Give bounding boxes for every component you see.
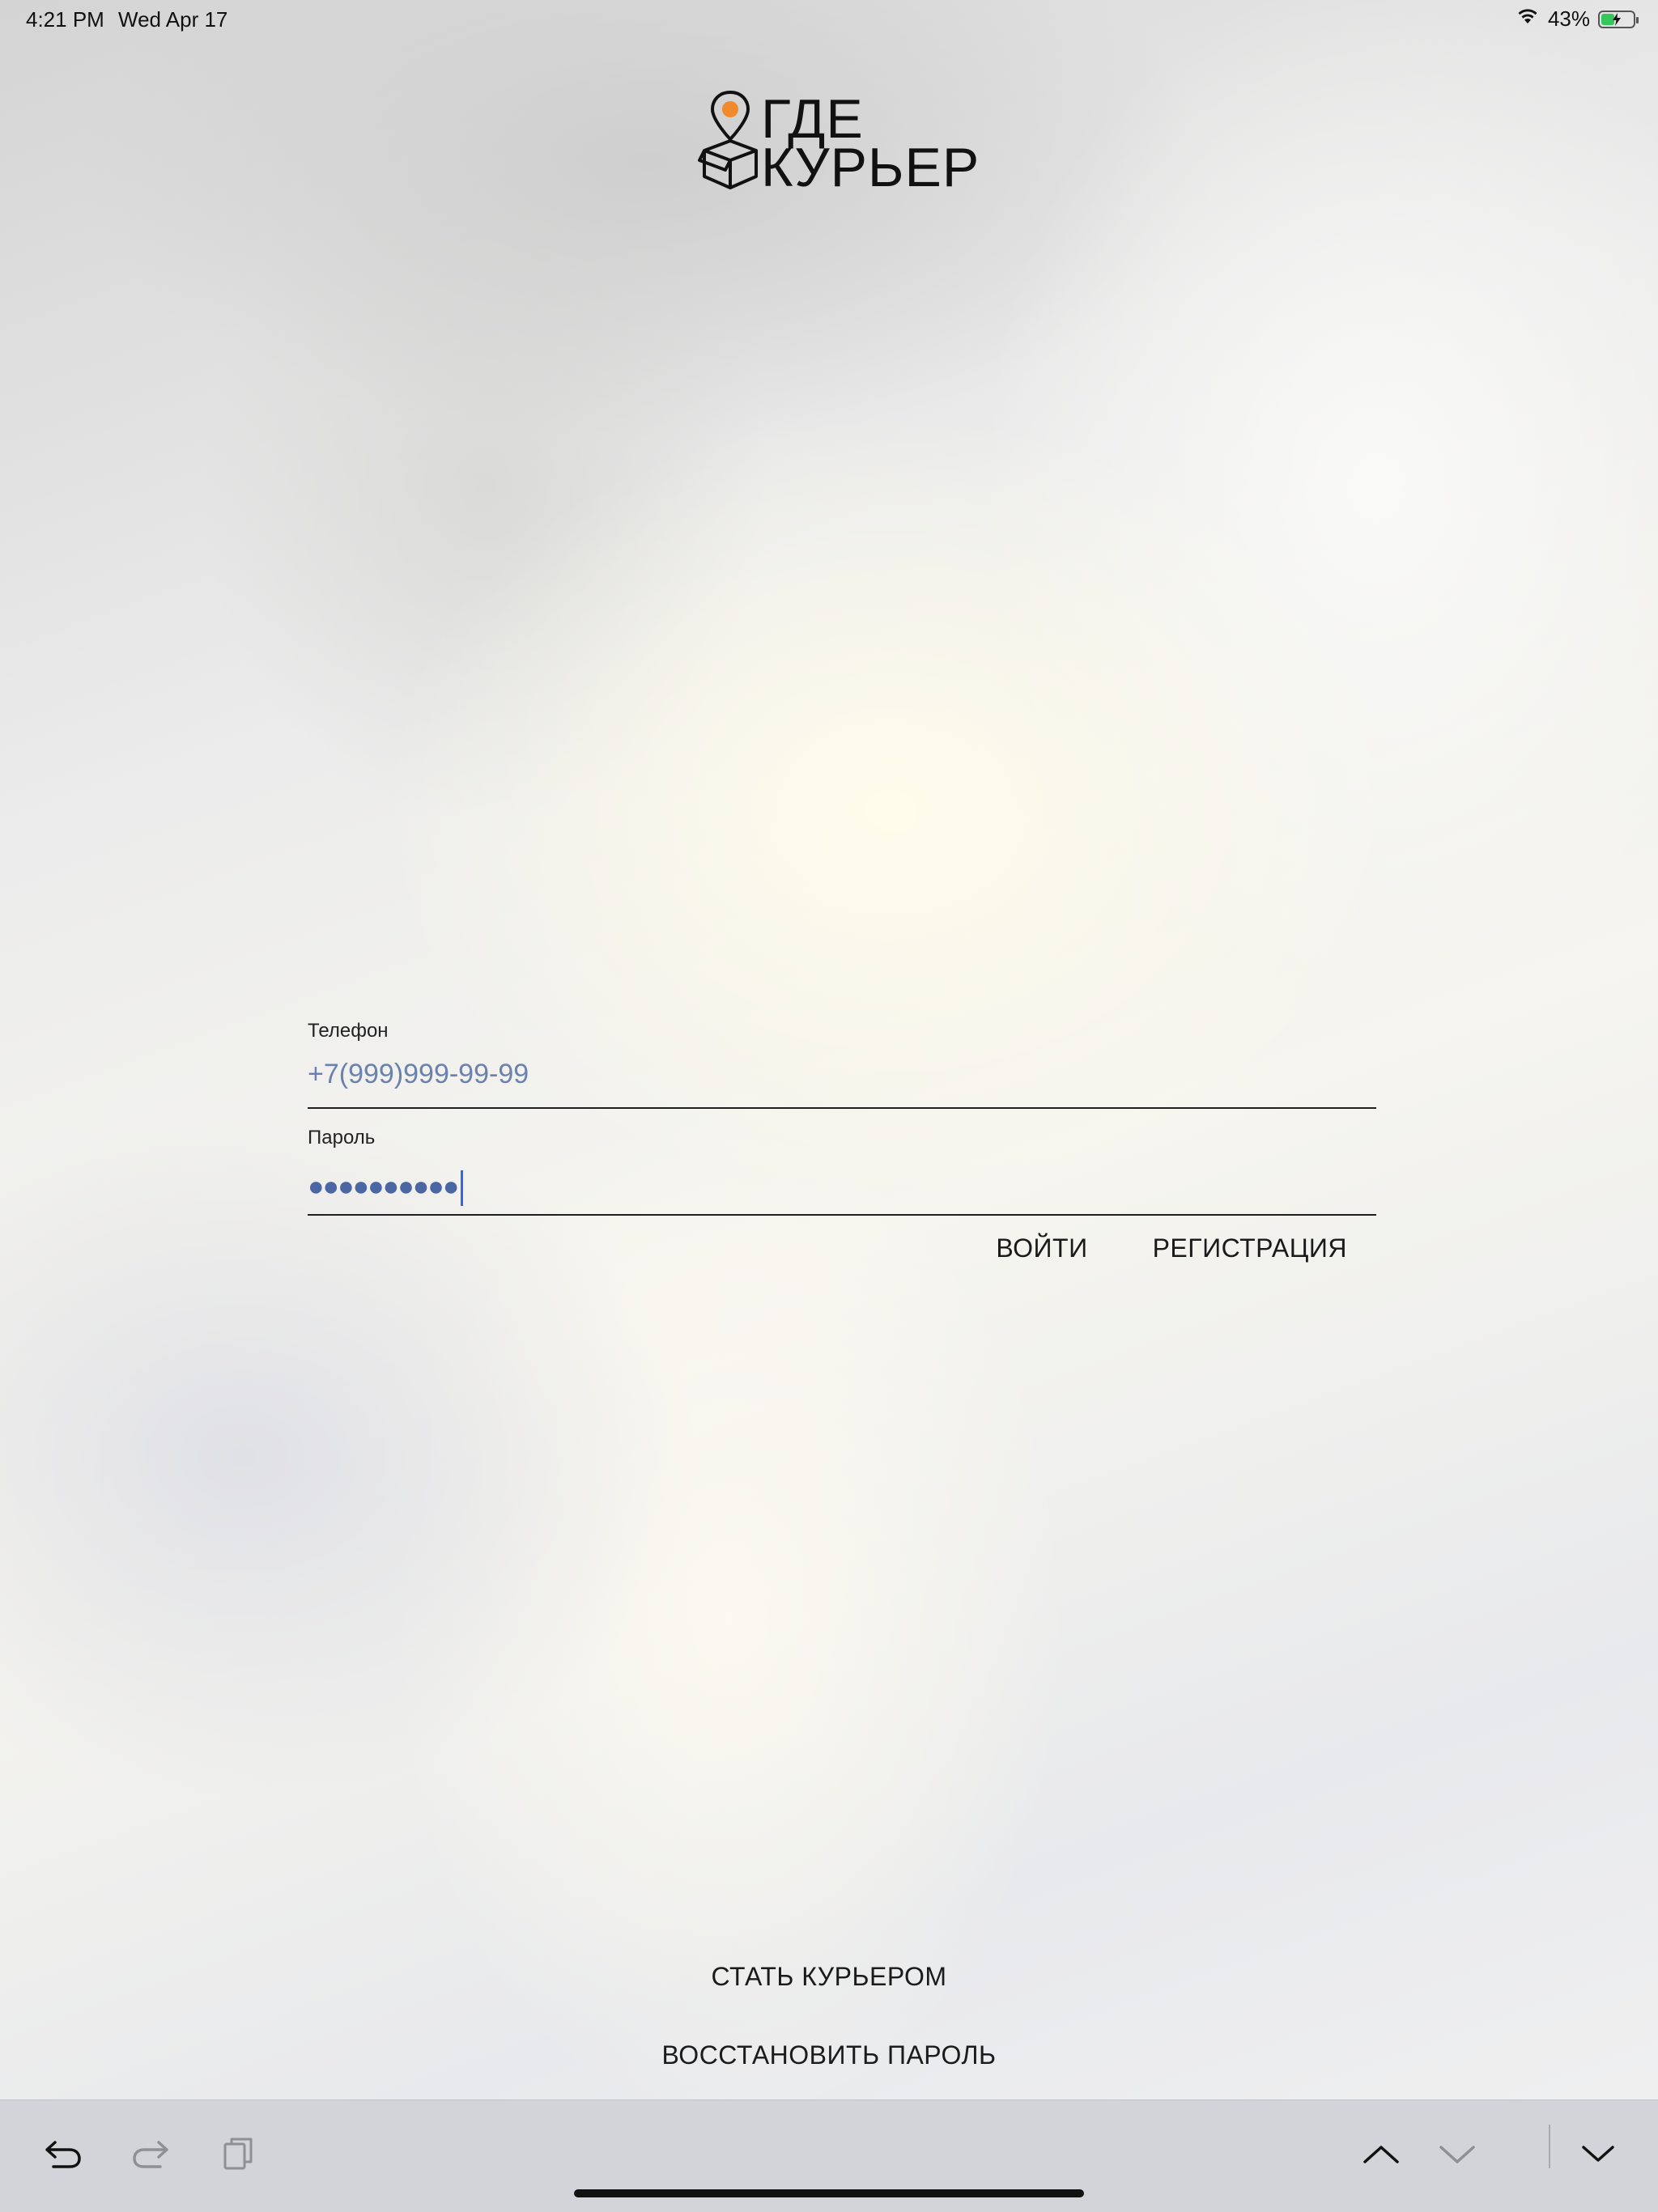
wifi-icon xyxy=(1516,6,1540,32)
restore-password-row: ВОССТАНОВИТЬ ПАРОЛЬ xyxy=(0,2040,1658,2070)
become-courier-link[interactable]: СТАТЬ КУРЬЕРОМ xyxy=(711,1962,946,1991)
battery-percent: 43% xyxy=(1547,6,1590,31)
status-indicators: 43% xyxy=(1516,6,1639,32)
keyboard-dismiss-icon[interactable] xyxy=(1574,2129,1622,2178)
phone-field-group: Телефон xyxy=(308,1020,1376,1109)
password-label: Пароль xyxy=(308,1127,376,1148)
login-form: Телефон Пароль ●●●●●●●●●● ВОЙТИ РЕГИСТРА… xyxy=(308,1020,1376,1263)
restore-password-link[interactable]: ВОССТАНОВИТЬ ПАРОЛЬ xyxy=(662,2040,997,2070)
undo-icon[interactable] xyxy=(39,2129,87,2178)
password-masked-value: ●●●●●●●●●● xyxy=(308,1170,459,1202)
battery-charging-icon xyxy=(1598,10,1639,28)
chevron-down-icon[interactable] xyxy=(1433,2129,1482,2178)
status-time: 4:21 PM xyxy=(26,7,104,32)
text-caret xyxy=(461,1170,464,1206)
redo-icon[interactable] xyxy=(126,2129,175,2178)
app-logo: ГДЕ КУРЬЕР xyxy=(698,87,979,195)
chevron-up-icon[interactable] xyxy=(1357,2129,1405,2178)
paste-icon[interactable] xyxy=(214,2129,262,2178)
toolbar-divider xyxy=(1549,2125,1550,2168)
location-pin-box-icon xyxy=(698,90,758,189)
password-field-group: Пароль ●●●●●●●●●● xyxy=(308,1127,1376,1216)
phone-label: Телефон xyxy=(308,1020,389,1042)
logo-title-line2: КУРЬЕР xyxy=(761,137,980,198)
password-input[interactable]: ●●●●●●●●●● xyxy=(308,1151,1376,1216)
status-bar: 4:21 PM Wed Apr 17 43% xyxy=(0,0,1658,39)
home-indicator[interactable] xyxy=(574,2189,1084,2197)
phone-input[interactable] xyxy=(308,1044,1376,1109)
register-button[interactable]: РЕГИСТРАЦИЯ xyxy=(1153,1233,1347,1263)
login-button[interactable]: ВОЙТИ xyxy=(996,1233,1087,1263)
become-courier-row: СТАТЬ КУРЬЕРОМ xyxy=(0,1962,1658,1992)
form-actions: ВОЙТИ РЕГИСТРАЦИЯ xyxy=(308,1233,1376,1263)
status-date: Wed Apr 17 xyxy=(118,7,228,32)
